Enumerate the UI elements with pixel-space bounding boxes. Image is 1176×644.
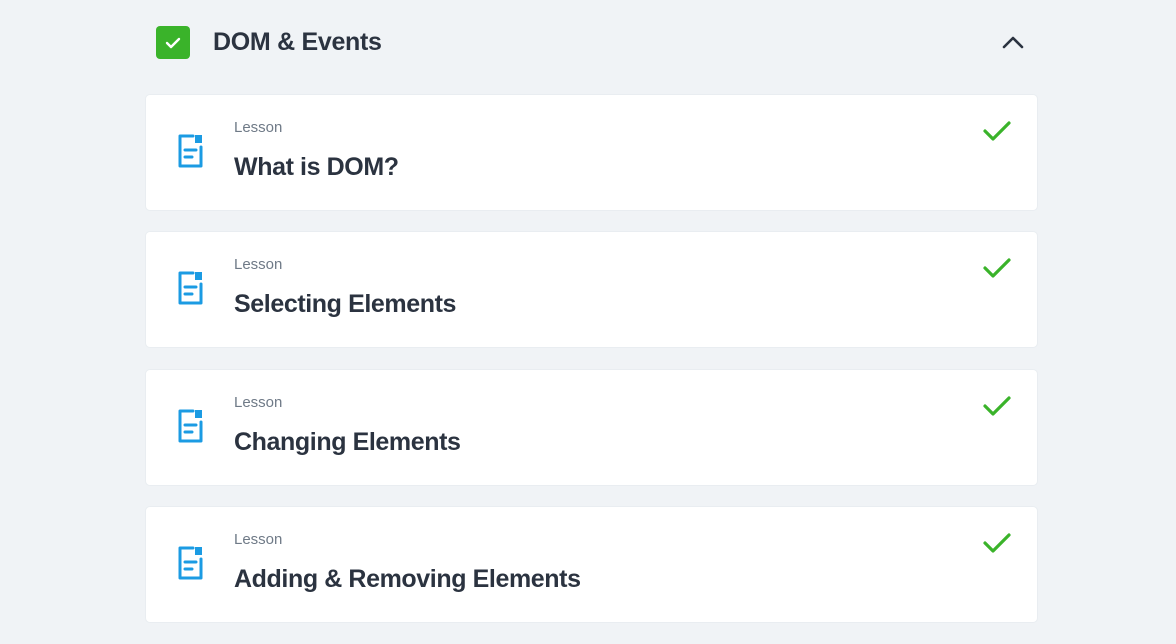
document-icon [178, 409, 203, 443]
lesson-card[interactable]: Lesson What is DOM? [146, 95, 1037, 210]
lesson-type-label: Lesson [234, 531, 283, 548]
lesson-title: What is DOM? [234, 153, 399, 181]
checkmark-icon [983, 533, 1011, 553]
lesson-card[interactable]: Lesson Adding & Removing Elements [146, 507, 1037, 622]
lesson-title: Selecting Elements [234, 290, 457, 318]
checkmark-icon [983, 258, 1011, 278]
section-title: DOM & Events [213, 28, 382, 56]
lesson-list: Lesson What is DOM? Lesson Selecting Ele… [146, 95, 1037, 644]
chevron-up-icon[interactable] [1000, 32, 1026, 52]
document-icon [178, 546, 203, 580]
lesson-type-label: Lesson [234, 256, 283, 273]
lesson-type-label: Lesson [234, 394, 283, 411]
lesson-type-label: Lesson [234, 119, 283, 136]
document-icon [178, 271, 203, 305]
lesson-card[interactable]: Lesson Changing Elements [146, 370, 1037, 485]
lesson-title: Adding & Removing Elements [234, 565, 581, 593]
document-icon [178, 134, 203, 168]
checkmark-icon [983, 121, 1011, 141]
checkmark-icon [983, 396, 1011, 416]
section-header[interactable]: DOM & Events [146, 20, 1037, 64]
lesson-card[interactable]: Lesson Selecting Elements [146, 232, 1037, 347]
section-complete-checkbox-icon [156, 26, 190, 59]
lesson-title: Changing Elements [234, 428, 461, 456]
